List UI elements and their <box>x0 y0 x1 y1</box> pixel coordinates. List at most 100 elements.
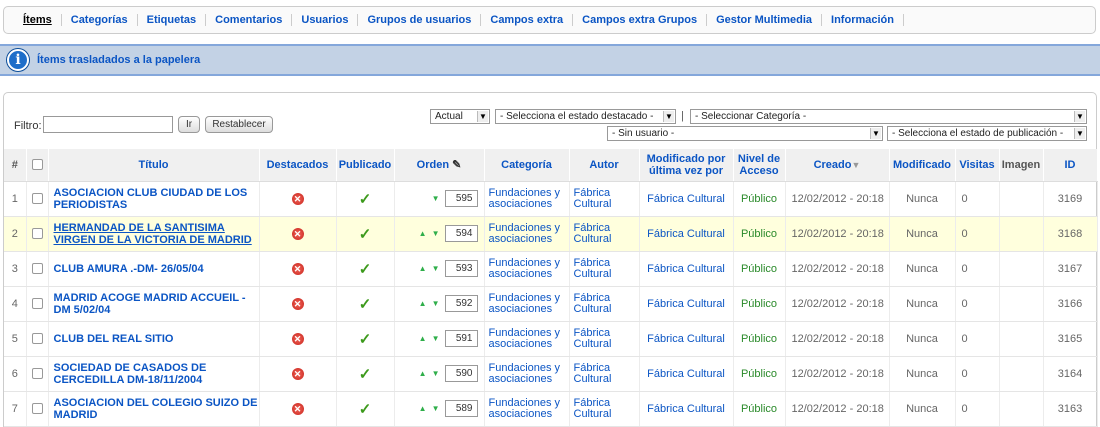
row-modified-by[interactable]: Fábrica Cultural <box>639 356 734 392</box>
published-check-icon[interactable]: ✓ <box>359 330 372 348</box>
row-modified-by[interactable]: Fábrica Cultural <box>639 251 734 287</box>
unfeatured-x-icon[interactable]: ✕ <box>291 227 304 240</box>
col-hits[interactable]: Visitas <box>955 149 1000 182</box>
row-title-link[interactable]: SOCIEDAD DE CASADOS DE CERCEDILLA DM-18/… <box>49 362 259 386</box>
row-checkbox-cell[interactable] <box>26 391 49 427</box>
tab-categories[interactable]: Categorías <box>62 14 138 26</box>
tab-items[interactable]: Ítems <box>14 14 62 26</box>
col-published[interactable]: Publicado <box>336 149 395 182</box>
tab-tags[interactable]: Etiquetas <box>138 14 207 26</box>
order-input[interactable]: 590 <box>444 365 478 382</box>
row-title-link[interactable]: ASOCIACION CLUB CIUDAD DE LOS PERIODISTA… <box>49 187 259 211</box>
row-checkbox-cell[interactable] <box>26 356 49 392</box>
arrow-up-icon[interactable]: ▲ <box>419 264 427 273</box>
published-select[interactable]: - Selecciona el estado de publicación - ▼ <box>887 126 1087 141</box>
tab-user-groups[interactable]: Grupos de usuarios <box>358 14 482 26</box>
row-checkbox[interactable] <box>31 193 43 205</box>
reset-button[interactable]: Restablecer <box>205 116 273 133</box>
check-all-checkbox[interactable] <box>31 159 43 171</box>
unfeatured-x-icon[interactable]: ✕ <box>291 332 304 345</box>
row-modified-by[interactable]: Fábrica Cultural <box>639 391 734 427</box>
published-check-icon[interactable]: ✓ <box>359 365 372 383</box>
order-input[interactable]: 592 <box>444 295 478 312</box>
row-checkbox[interactable] <box>31 333 43 345</box>
unfeatured-x-icon[interactable]: ✕ <box>291 262 304 275</box>
arrow-down-icon[interactable]: ▼ <box>432 194 440 203</box>
arrow-down-icon[interactable]: ▼ <box>432 404 440 413</box>
published-check-icon[interactable]: ✓ <box>359 295 372 313</box>
row-checkbox-cell[interactable] <box>26 181 49 217</box>
row-title-link[interactable]: ASOCIACION DEL COLEGIO SUIZO DE MADRID <box>49 397 259 421</box>
tab-media-manager[interactable]: Gestor Multimedia <box>707 14 823 26</box>
order-input[interactable]: 591 <box>444 330 478 347</box>
row-category[interactable]: Fundaciones y asociaciones <box>484 321 570 357</box>
published-check-icon[interactable]: ✓ <box>359 190 372 208</box>
row-author[interactable]: Fábrica Cultural <box>569 181 640 217</box>
row-modified-by[interactable]: Fábrica Cultural <box>639 181 734 217</box>
tab-users[interactable]: Usuarios <box>292 14 359 26</box>
filter-input[interactable] <box>43 116 173 133</box>
col-modified[interactable]: Modificado <box>889 149 956 182</box>
row-checkbox-cell[interactable] <box>26 251 49 287</box>
unfeatured-x-icon[interactable]: ✕ <box>291 192 304 205</box>
arrow-up-icon[interactable]: ▲ <box>419 299 427 308</box>
col-created[interactable]: Creado▼ <box>785 149 890 182</box>
published-check-icon[interactable]: ✓ <box>359 260 372 278</box>
col-category[interactable]: Categoría <box>484 149 570 182</box>
row-modified-by[interactable]: Fábrica Cultural <box>639 286 734 322</box>
arrow-down-icon[interactable]: ▼ <box>432 334 440 343</box>
tab-comments[interactable]: Comentarios <box>206 14 293 26</box>
published-check-icon[interactable]: ✓ <box>359 225 372 243</box>
col-author[interactable]: Autor <box>569 149 640 182</box>
col-checkall[interactable] <box>26 149 49 182</box>
row-title-link[interactable]: MADRID ACOGE MADRID ACCUEIL - DM 5/02/04 <box>49 292 259 316</box>
trash-select[interactable]: Actual ▼ <box>430 109 490 124</box>
tab-information[interactable]: Información <box>822 14 904 26</box>
tab-extra-field-groups[interactable]: Campos extra Grupos <box>573 14 708 26</box>
row-category[interactable]: Fundaciones y asociaciones <box>484 391 570 427</box>
arrow-up-icon[interactable]: ▲ <box>419 229 427 238</box>
row-checkbox-cell[interactable] <box>26 321 49 357</box>
row-category[interactable]: Fundaciones y asociaciones <box>484 251 570 287</box>
order-input[interactable]: 593 <box>444 260 478 277</box>
category-select[interactable]: - Seleccionar Categoría - ▼ <box>690 109 1087 124</box>
arrow-up-icon[interactable]: ▲ <box>419 334 427 343</box>
row-modified-by[interactable]: Fábrica Cultural <box>639 216 734 252</box>
row-author[interactable]: Fábrica Cultural <box>569 286 640 322</box>
row-category[interactable]: Fundaciones y asociaciones <box>484 286 570 322</box>
go-button[interactable]: Ir <box>178 116 200 133</box>
arrow-up-icon[interactable]: ▲ <box>419 369 427 378</box>
order-input[interactable]: 594 <box>444 225 478 242</box>
row-author[interactable]: Fábrica Cultural <box>569 391 640 427</box>
tab-extra-fields[interactable]: Campos extra <box>481 14 574 26</box>
col-modified-by[interactable]: Modificado por última vez por <box>639 149 734 182</box>
row-checkbox[interactable] <box>31 263 43 275</box>
order-input[interactable]: 589 <box>444 400 478 417</box>
order-input[interactable]: 595 <box>444 190 478 207</box>
row-checkbox-cell[interactable] <box>26 286 49 322</box>
row-category[interactable]: Fundaciones y asociaciones <box>484 356 570 392</box>
row-modified-by[interactable]: Fábrica Cultural <box>639 321 734 357</box>
arrow-down-icon[interactable]: ▼ <box>432 229 440 238</box>
row-author[interactable]: Fábrica Cultural <box>569 216 640 252</box>
featured-select[interactable]: - Selecciona el estado destacado - ▼ <box>495 109 676 124</box>
row-author[interactable]: Fábrica Cultural <box>569 356 640 392</box>
unfeatured-x-icon[interactable]: ✕ <box>291 297 304 310</box>
col-title[interactable]: Título <box>48 149 260 182</box>
col-id[interactable]: ID <box>1043 149 1098 182</box>
arrow-down-icon[interactable]: ▼ <box>432 264 440 273</box>
row-title-link[interactable]: CLUB AMURA .-DM- 26/05/04 <box>49 263 259 275</box>
row-checkbox-cell[interactable] <box>26 216 49 252</box>
author-select[interactable]: - Sin usuario - ▼ <box>607 126 883 141</box>
row-checkbox[interactable] <box>31 228 43 240</box>
published-check-icon[interactable]: ✓ <box>359 400 372 418</box>
row-checkbox[interactable] <box>31 368 43 380</box>
row-author[interactable]: Fábrica Cultural <box>569 251 640 287</box>
row-title-link[interactable]: HERMANDAD DE LA SANTISIMA VIRGEN DE LA V… <box>49 222 259 246</box>
col-featured[interactable]: Destacados <box>259 149 337 182</box>
col-access[interactable]: Nivel de Acceso <box>733 149 786 182</box>
row-category[interactable]: Fundaciones y asociaciones <box>484 181 570 217</box>
row-category[interactable]: Fundaciones y asociaciones <box>484 216 570 252</box>
col-order[interactable]: Orden ✎ <box>394 149 485 182</box>
unfeatured-x-icon[interactable]: ✕ <box>291 402 304 415</box>
